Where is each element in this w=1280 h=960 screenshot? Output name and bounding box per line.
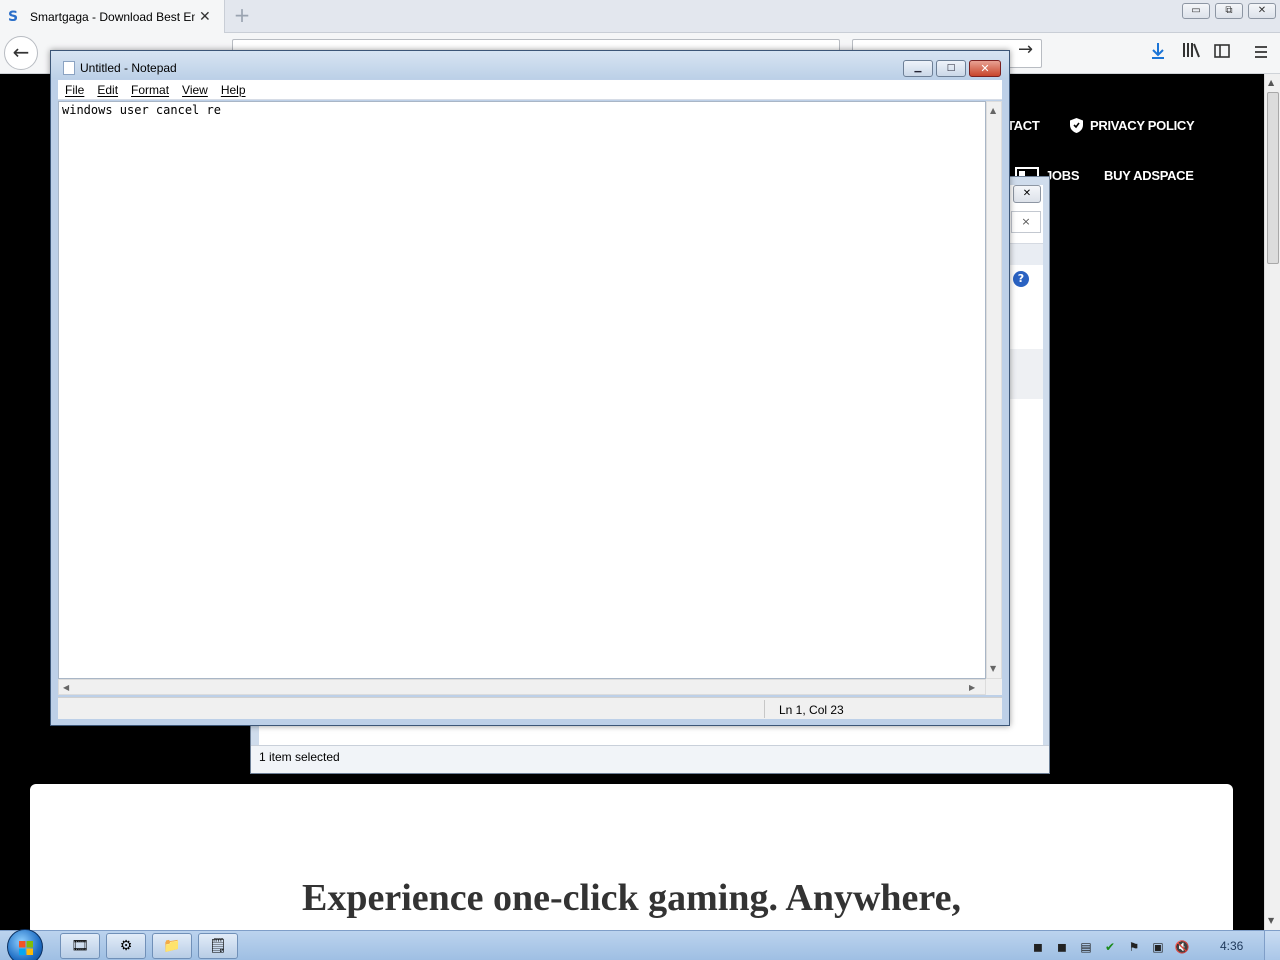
explorer-close-button[interactable]: ✕ bbox=[1013, 185, 1041, 203]
new-tab-button[interactable]: + bbox=[232, 5, 252, 25]
tab-close-icon[interactable]: ✕ bbox=[199, 9, 211, 25]
action-center-flag-icon[interactable]: ⚑ bbox=[1126, 939, 1142, 955]
browser-tab-bar: S Smartgaga - Download Best Em ✕ + ▭ ⧉ ✕ bbox=[0, 0, 1280, 34]
windows-logo-icon bbox=[19, 941, 33, 955]
menu-format[interactable]: Format bbox=[131, 83, 169, 97]
explorer-pane bbox=[1009, 349, 1043, 399]
taskbar-settings-button[interactable]: ⚙ bbox=[106, 933, 146, 959]
media-player-icon: 🎞 bbox=[71, 938, 89, 954]
scroll-up-icon[interactable]: ▲ bbox=[1268, 78, 1274, 87]
hero-heading: Experience one-click gaming. Anywhere, bbox=[302, 877, 961, 919]
show-desktop-button[interactable] bbox=[1264, 931, 1280, 960]
notepad-minimize-button[interactable]: ▁ bbox=[903, 60, 933, 77]
smartgaga-favicon-icon: S bbox=[8, 9, 19, 25]
download-icon[interactable] bbox=[1147, 42, 1169, 64]
contact-nav-link[interactable]: TACT bbox=[1007, 118, 1040, 133]
back-button[interactable]: ← bbox=[4, 36, 38, 70]
notepad-horizontal-scrollbar[interactable]: ◀ ▶ bbox=[58, 679, 986, 695]
scroll-down-icon[interactable]: ▼ bbox=[1268, 916, 1274, 925]
menu-icon[interactable] bbox=[1250, 42, 1272, 64]
notepad-icon bbox=[63, 61, 75, 75]
tray-app-icon[interactable]: ◼ bbox=[1030, 939, 1046, 955]
scroll-up-icon[interactable]: ▲ bbox=[990, 106, 996, 115]
explorer-status-bar: 1 item selected bbox=[251, 745, 1049, 773]
browser-restore-button[interactable]: ⧉ bbox=[1215, 3, 1243, 19]
notepad-status-bar: Ln 1, Col 23 bbox=[58, 697, 1002, 719]
settings-icon: ⚙ bbox=[119, 938, 133, 954]
page-scrollbar[interactable]: ▲ ▼ bbox=[1264, 74, 1280, 930]
notepad-window[interactable]: Untitled - Notepad ▁ □ ✕ File Edit Forma… bbox=[50, 50, 1010, 726]
menu-view[interactable]: View bbox=[182, 83, 208, 97]
sidebar-icon[interactable] bbox=[1211, 42, 1233, 64]
shield-icon bbox=[1069, 117, 1084, 137]
folder-icon: 📁 bbox=[163, 938, 181, 954]
help-icon[interactable]: ? bbox=[1013, 271, 1029, 287]
menu-help[interactable]: Help bbox=[221, 83, 246, 97]
scroll-right-icon[interactable]: ▶ bbox=[969, 683, 975, 692]
status-divider bbox=[764, 700, 765, 718]
taskbar-clock[interactable]: 4:36 bbox=[1220, 939, 1243, 953]
scroll-left-icon[interactable]: ◀ bbox=[63, 683, 69, 692]
notepad-text-area[interactable]: windows user cancel re bbox=[58, 101, 986, 679]
tray-security-icon[interactable]: ✔ bbox=[1102, 939, 1118, 955]
taskbar-notepad-button[interactable]: 🗒 bbox=[198, 933, 238, 959]
notepad-title: Untitled - Notepad bbox=[80, 61, 177, 75]
browser-tab[interactable]: S Smartgaga - Download Best Em ✕ bbox=[0, 0, 225, 34]
hero-panel: Experience one-click gaming. Anywhere, bbox=[30, 784, 1233, 930]
taskbar-media-player-button[interactable]: 🎞 bbox=[60, 933, 100, 959]
menu-edit[interactable]: Edit bbox=[97, 83, 118, 97]
buy-adspace-nav-link[interactable]: BUY ADSPACE bbox=[1104, 168, 1194, 183]
notepad-menu-bar: File Edit Format View Help bbox=[58, 80, 1002, 100]
notepad-icon: 🗒 bbox=[209, 938, 227, 954]
library-icon[interactable] bbox=[1180, 42, 1202, 64]
taskbar-explorer-button[interactable]: 📁 bbox=[152, 933, 192, 959]
privacy-policy-nav-link[interactable]: PRIVACY POLICY bbox=[1090, 118, 1195, 133]
jobs-nav-link[interactable]: JOBS bbox=[1045, 168, 1080, 183]
scroll-thumb[interactable] bbox=[1267, 92, 1279, 264]
explorer-toolbar bbox=[1009, 243, 1043, 265]
browser-close-button[interactable]: ✕ bbox=[1248, 3, 1276, 19]
cursor-position: Ln 1, Col 23 bbox=[779, 703, 844, 717]
menu-file[interactable]: File bbox=[65, 83, 84, 97]
scroll-corner bbox=[986, 679, 1002, 695]
tray-document-icon[interactable]: ▤ bbox=[1078, 939, 1094, 955]
tab-title: Smartgaga - Download Best Em bbox=[30, 10, 195, 24]
scroll-down-icon[interactable]: ▼ bbox=[990, 664, 996, 673]
network-icon[interactable]: ▣ bbox=[1150, 939, 1166, 955]
notepad-close-button[interactable]: ✕ bbox=[969, 60, 1001, 77]
tray-app-icon[interactable]: ◼ bbox=[1054, 939, 1070, 955]
notepad-maximize-button[interactable]: □ bbox=[936, 60, 966, 77]
notepad-content: windows user cancel re bbox=[62, 103, 221, 117]
volume-muted-icon[interactable]: 🔇 bbox=[1174, 939, 1190, 955]
taskbar: 🎞 ⚙ 📁 🗒 ◼ ◼ ▤ ✔ ⚑ ▣ 🔇 4:36 bbox=[0, 929, 1280, 960]
explorer-search-clear-button[interactable]: × bbox=[1011, 211, 1041, 233]
browser-minimize-button[interactable]: ▭ bbox=[1182, 3, 1210, 19]
start-button[interactable] bbox=[7, 929, 43, 960]
notepad-title-bar[interactable]: Untitled - Notepad ▁ □ ✕ bbox=[51, 51, 1009, 79]
notepad-vertical-scrollbar[interactable]: ▲ ▼ bbox=[986, 101, 1002, 679]
